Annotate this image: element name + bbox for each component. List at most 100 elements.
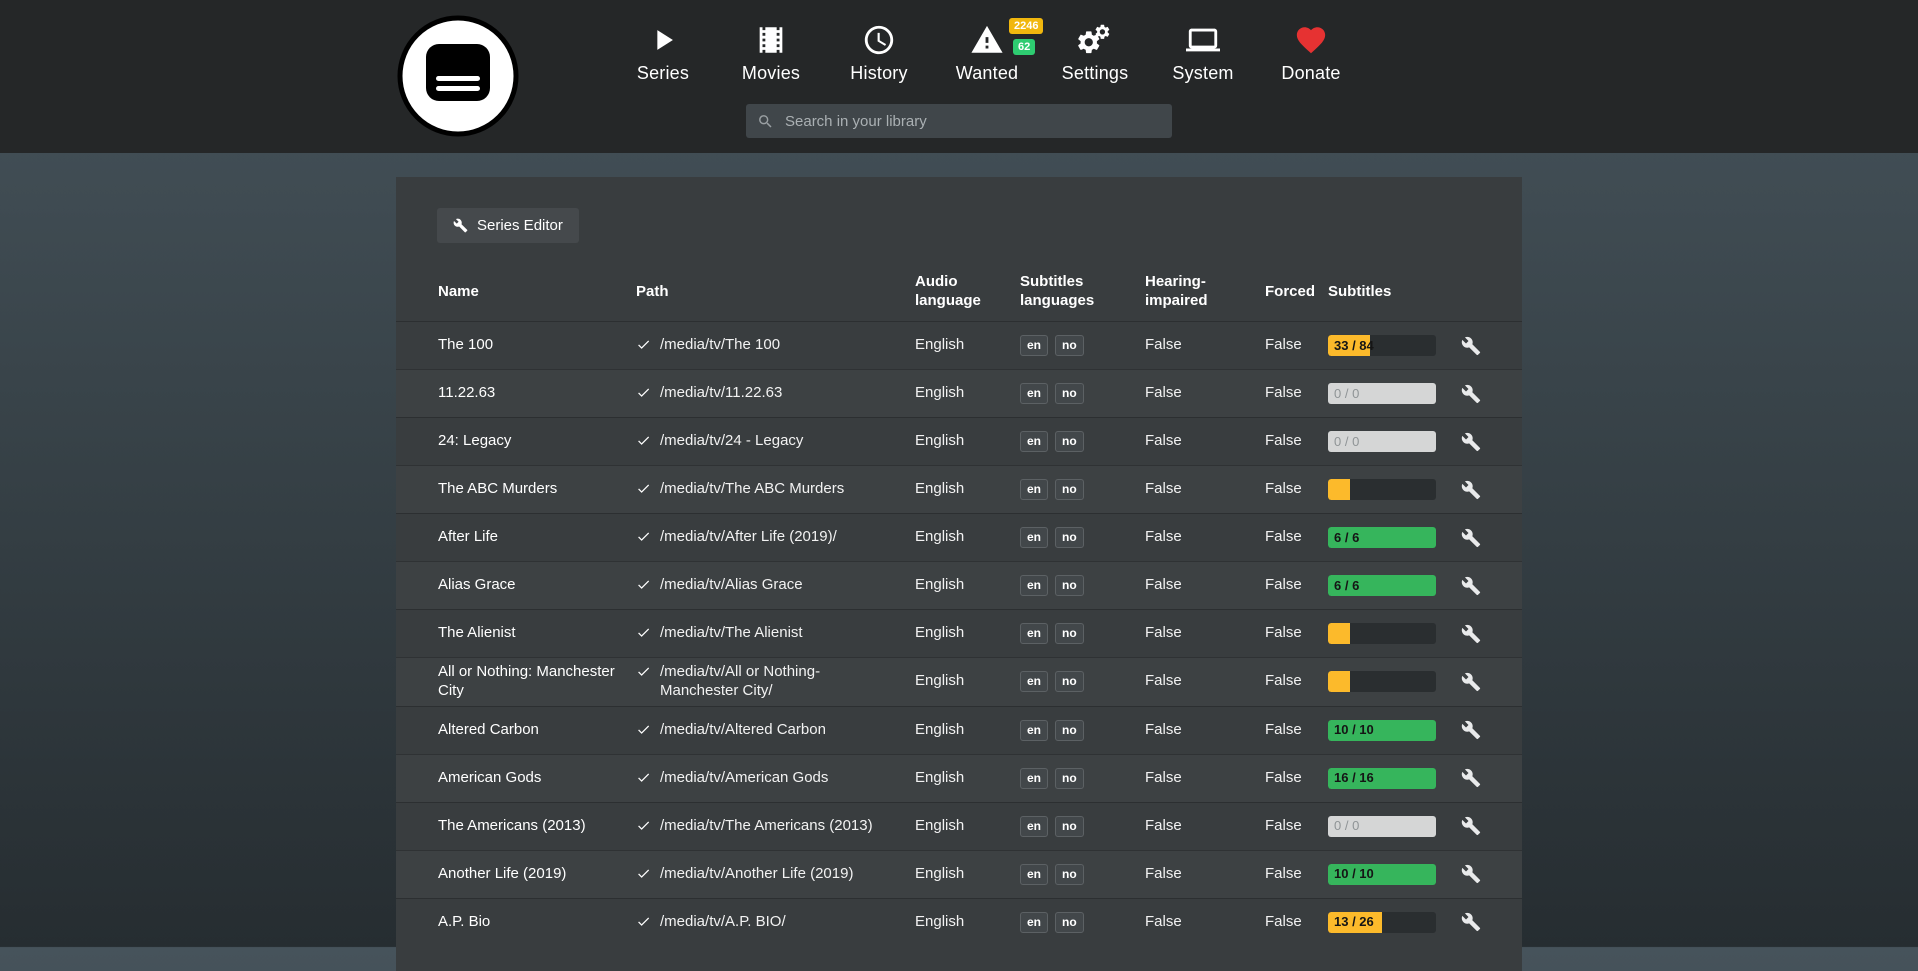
subtitles-languages: enno: [1020, 720, 1145, 741]
hearing-impaired-value: False: [1145, 672, 1265, 691]
hearing-impaired-value: False: [1145, 865, 1265, 884]
subtitles-languages: enno: [1020, 527, 1145, 548]
series-editor-button[interactable]: Series Editor: [437, 208, 579, 243]
search-input[interactable]: [783, 112, 1161, 131]
search-icon: [757, 113, 774, 130]
nav-label-settings: Settings: [1062, 63, 1129, 84]
progress-label: 10 / 10: [1334, 722, 1374, 738]
hearing-impaired-value: False: [1145, 817, 1265, 836]
wrench-icon[interactable]: [1461, 480, 1481, 500]
column-header: Path: [636, 283, 915, 302]
wrench-icon[interactable]: [1461, 432, 1481, 452]
nav-label-wanted: Wanted: [956, 63, 1019, 84]
subtitles-languages: enno: [1020, 623, 1145, 644]
check-icon: [636, 385, 651, 400]
subtitles-progress: 6 / 6: [1328, 575, 1436, 596]
series-name-link[interactable]: A.P. Bio: [438, 913, 490, 930]
language-badge: no: [1055, 335, 1084, 356]
series-editor-label: Series Editor: [477, 217, 563, 234]
nav-item-donate[interactable]: Donate: [1257, 22, 1365, 84]
language-badge: en: [1020, 431, 1048, 452]
subtitles-languages: enno: [1020, 431, 1145, 452]
series-name-link[interactable]: Alias Grace: [438, 576, 516, 593]
forced-value: False: [1265, 721, 1328, 740]
nav-item-settings[interactable]: Settings: [1041, 22, 1149, 84]
series-name-link[interactable]: The ABC Murders: [438, 480, 557, 497]
wrench-icon[interactable]: [1461, 864, 1481, 884]
progress-fill: [1328, 479, 1350, 500]
forced-value: False: [1265, 624, 1328, 643]
series-name-link[interactable]: The 100: [438, 336, 493, 353]
wrench-icon[interactable]: [1461, 528, 1481, 548]
wrench-icon[interactable]: [1461, 576, 1481, 596]
subtitles-progress: [1328, 479, 1436, 500]
wrench-icon[interactable]: [1461, 336, 1481, 356]
nav-item-series[interactable]: Series: [609, 22, 717, 84]
clock-icon: [861, 22, 897, 58]
subtitles-progress: 6 / 6: [1328, 527, 1436, 548]
subtitles-progress: 0 / 0: [1328, 383, 1436, 404]
language-badge: no: [1055, 671, 1084, 692]
audio-language-value: English: [915, 721, 1020, 740]
audio-language-value: English: [915, 432, 1020, 451]
series-name-link[interactable]: All or Nothing: Manchester City: [438, 663, 615, 699]
heart-icon: [1293, 22, 1329, 58]
subtitles-progress: 16 / 16: [1328, 768, 1436, 789]
series-name-link[interactable]: Another Life (2019): [438, 865, 566, 882]
check-icon: [636, 914, 651, 929]
wrench-icon: [453, 218, 468, 233]
wrench-icon[interactable]: [1461, 816, 1481, 836]
wrench-icon[interactable]: [1461, 624, 1481, 644]
series-path: /media/tv/The 100: [660, 336, 780, 355]
subtitles-languages: enno: [1020, 335, 1145, 356]
nav-item-wanted[interactable]: 224662 Wanted: [933, 22, 1041, 84]
language-badge: en: [1020, 383, 1048, 404]
language-badge: no: [1055, 912, 1084, 933]
series-name-link[interactable]: The Alienist: [438, 624, 516, 641]
series-name-link[interactable]: Altered Carbon: [438, 721, 539, 738]
wrench-icon[interactable]: [1461, 672, 1481, 692]
subtitles-languages: enno: [1020, 383, 1145, 404]
audio-language-value: English: [915, 384, 1020, 403]
series-path: /media/tv/The ABC Murders: [660, 480, 844, 499]
progress-label: 13 / 26: [1334, 914, 1374, 930]
subtitles-progress: [1328, 623, 1436, 644]
language-badge: en: [1020, 575, 1048, 596]
series-name-link[interactable]: The Americans (2013): [438, 817, 586, 834]
series-name-link[interactable]: 11.22.63: [438, 384, 495, 401]
warning-icon: 224662: [969, 22, 1005, 58]
wrench-icon[interactable]: [1461, 720, 1481, 740]
laptop-icon: [1185, 22, 1221, 58]
nav-item-movies[interactable]: Movies: [717, 22, 825, 84]
progress-label: 10 / 10: [1334, 866, 1374, 882]
subtitles-languages: enno: [1020, 816, 1145, 837]
subtitles-progress: [1328, 671, 1436, 692]
forced-value: False: [1265, 432, 1328, 451]
language-badge: no: [1055, 864, 1084, 885]
series-name-link[interactable]: After Life: [438, 528, 498, 545]
wrench-icon[interactable]: [1461, 912, 1481, 932]
gears-icon: [1077, 22, 1113, 58]
hearing-impaired-value: False: [1145, 528, 1265, 547]
hearing-impaired-value: False: [1145, 576, 1265, 595]
progress-fill: [1328, 623, 1350, 644]
audio-language-value: English: [915, 576, 1020, 595]
forced-value: False: [1265, 528, 1328, 547]
app-logo[interactable]: [396, 14, 520, 138]
progress-label: 0 / 0: [1334, 818, 1359, 834]
nav-item-system[interactable]: System: [1149, 22, 1257, 84]
series-name-link[interactable]: American Gods: [438, 769, 541, 786]
series-path: /media/tv/Alias Grace: [660, 576, 803, 595]
table-row: Another Life (2019) /media/tv/Another Li…: [396, 850, 1522, 898]
film-icon: [753, 22, 789, 58]
language-badge: no: [1055, 479, 1084, 500]
series-name-link[interactable]: 24: Legacy: [438, 432, 511, 449]
hearing-impaired-value: False: [1145, 913, 1265, 932]
series-path: /media/tv/All or Nothing- Manchester Cit…: [660, 663, 901, 701]
table-row: A.P. Bio /media/tv/A.P. BIO/ English enn…: [396, 898, 1522, 946]
nav-item-history[interactable]: History: [825, 22, 933, 84]
wrench-icon[interactable]: [1461, 384, 1481, 404]
series-path: /media/tv/11.22.63: [660, 384, 782, 403]
wrench-icon[interactable]: [1461, 768, 1481, 788]
check-icon: [636, 577, 651, 592]
